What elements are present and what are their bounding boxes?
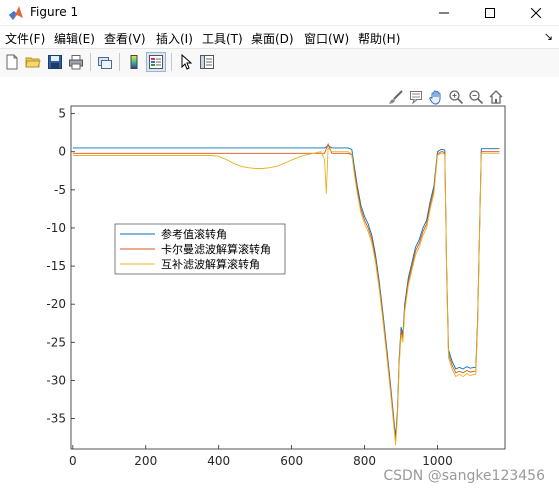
menu-insert[interactable]: 插入(I) (156, 30, 193, 47)
x-tick-label: 200 (134, 454, 157, 468)
legend-label-1: 参考值滚转角 (161, 227, 227, 241)
x-tick-label: 600 (280, 454, 303, 468)
folder-icon (25, 57, 41, 68)
menu-file[interactable]: 文件(F) (5, 30, 45, 47)
minimize-icon (439, 12, 449, 13)
watermark-text: CSDN @sangke123456 (383, 468, 545, 484)
toolbar-separator (90, 53, 91, 71)
y-tick-label: -15 (46, 259, 66, 273)
legend-label-3: 互补滤波解算滚转角 (161, 257, 260, 271)
edit-plot-button[interactable] (176, 52, 196, 72)
toolbar-separator (171, 53, 172, 71)
window-titlebar: Figure 1 (0, 0, 559, 26)
x-tick-label: 800 (353, 454, 376, 468)
legend-icon (149, 55, 163, 69)
x-tick-label: 400 (207, 454, 230, 468)
new-file-icon (6, 54, 18, 70)
y-tick-label: -30 (46, 373, 66, 387)
property-inspector-icon (200, 55, 214, 69)
colorbar-icon (130, 55, 138, 69)
print-button[interactable] (66, 52, 86, 72)
window-title: Figure 1 (30, 5, 79, 19)
y-tick-label: 5 (58, 107, 66, 121)
floppy-disk-icon (48, 55, 62, 69)
y-tick-label: -25 (46, 335, 66, 349)
link-plot-icon (98, 57, 112, 69)
arrow-pointer-icon (181, 54, 193, 70)
y-tick-label: 0 (58, 145, 66, 159)
series-line-1 (72, 145, 500, 438)
axes-box (70, 105, 506, 450)
link-plot-button[interactable] (95, 52, 115, 72)
close-icon (531, 7, 541, 18)
axis-ticks: 0 200 400 600 800 1000 5 0 -5 -10 -15 -20 -25 -30 -35 (46, 107, 452, 468)
y-tick-label: -35 (46, 412, 66, 426)
maximize-button[interactable] (467, 0, 513, 25)
series-line-2 (72, 142, 500, 442)
insert-legend-button[interactable] (146, 52, 166, 72)
dock-figure-icon[interactable]: ↘ (544, 30, 553, 43)
figure-toolbar (0, 48, 559, 78)
line-chart: 0 200 400 600 800 100050-5-10-15-20-25-30-35 … (46, 105, 506, 468)
plot-lines (72, 142, 500, 446)
property-inspector-button[interactable] (197, 52, 217, 72)
menu-window[interactable]: 窗口(W) (304, 30, 349, 47)
open-file-button[interactable] (23, 52, 43, 72)
menu-bar: 文件(F) 编辑(E) 查看(V) 插入(I) 工具(T) 桌面(D) 窗口(W… (0, 26, 559, 47)
figure-canvas: 0 200 400 600 800 1000 5 0 -5 -10 -15 -20 -25 -30 -35 … (0, 77, 559, 494)
x-tick-label: 0 (69, 454, 77, 468)
save-button[interactable] (45, 52, 65, 72)
printer-icon (69, 55, 83, 70)
insert-colorbar-button[interactable] (124, 52, 144, 72)
toolbar-separator (119, 53, 120, 71)
x-tick-label: 1000 (422, 454, 453, 468)
close-button[interactable] (513, 0, 559, 25)
maximize-icon (485, 7, 495, 18)
new-figure-button[interactable] (2, 52, 22, 72)
y-tick-label: -5 (54, 183, 66, 197)
menu-tools[interactable]: 工具(T) (202, 30, 243, 47)
y-tick-label: -20 (46, 297, 66, 311)
menu-view[interactable]: 查看(V) (104, 30, 146, 47)
series-line-3 (72, 146, 500, 446)
matlab-logo-icon (8, 5, 24, 21)
minimize-button[interactable] (421, 0, 467, 25)
menu-help[interactable]: 帮助(H) (358, 30, 400, 47)
legend-label-2: 卡尔曼滤波解算滚转角 (161, 242, 271, 256)
menu-edit[interactable]: 编辑(E) (54, 30, 95, 47)
legend[interactable]: 参考值滚转角卡尔曼滤波解算滚转角互补滤波解算滚转角 (114, 223, 286, 275)
menu-desktop[interactable]: 桌面(D) (251, 30, 294, 47)
y-tick-label: -10 (46, 221, 66, 235)
